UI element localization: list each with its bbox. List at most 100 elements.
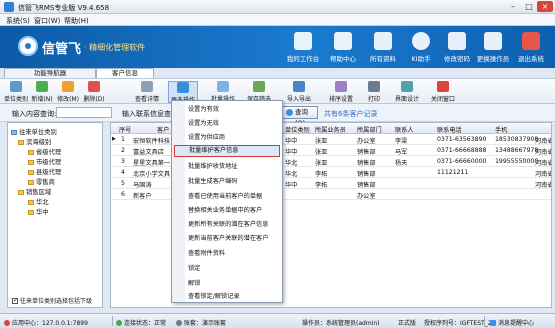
close-window-button[interactable]: × — [537, 1, 553, 12]
menu-item[interactable]: 解锁 — [188, 278, 200, 287]
table-cell-dept: 办公室 — [357, 193, 376, 200]
menu-item[interactable]: 设置为无效 — [188, 118, 219, 127]
table-cell-dept: 销售部 — [357, 182, 376, 189]
tree-node[interactable]: 华中 — [28, 207, 49, 216]
menu-item[interactable]: 更新所有关联的潜在客户信息 — [188, 219, 268, 228]
query-button[interactable]: 查询(Q) — [282, 106, 318, 127]
table-cell-area: 河南省 — [535, 138, 552, 145]
tab-strip: 功能导航器 客户信息 — [0, 68, 555, 78]
menu-item[interactable]: 查看附件资料 — [188, 248, 225, 257]
menu-window[interactable]: 窗口(W) — [34, 16, 60, 26]
tree-node[interactable]: 零售商 — [28, 177, 55, 186]
menu-item[interactable]: 查看锁定/解锁记录 — [188, 291, 240, 300]
table-cell-no: 5 — [121, 180, 125, 187]
menu-item[interactable]: 替换相关业务单据中的客户 — [188, 205, 262, 214]
menu-item[interactable]: 批量生成客户编码 — [188, 176, 238, 185]
tree-node[interactable]: 华北 — [28, 197, 49, 206]
column-header[interactable]: 联系人 — [395, 125, 414, 134]
delete-button[interactable]: 删除(D) — [82, 81, 106, 103]
tab-customer-info[interactable]: 客户信息 — [96, 68, 154, 78]
table-cell-area: 河南省 — [535, 171, 552, 178]
folder-icon — [18, 140, 24, 145]
minimize-button[interactable]: – — [505, 1, 521, 12]
row-pointer-icon: ▶ — [112, 136, 116, 142]
menu-item[interactable]: 设置为有效 — [188, 104, 219, 113]
search-input[interactable] — [56, 107, 112, 118]
column-header[interactable]: 客户 — [157, 125, 169, 134]
column-header[interactable]: 序号 — [119, 125, 131, 134]
include-subcategories-checkbox[interactable]: 往来单位类别选择包括下级 — [12, 296, 92, 305]
server-icon — [4, 320, 10, 326]
checkbox-icon — [12, 297, 18, 304]
import-export-button[interactable]: 导入导出 — [284, 81, 314, 103]
user-switch-icon — [484, 32, 502, 50]
tab-function-navigator[interactable]: 功能导航器 — [4, 68, 96, 78]
folder-icon — [28, 150, 34, 155]
tree-node[interactable]: 销售区域 — [18, 187, 51, 196]
menu-item[interactable]: 设置为供应商 — [188, 132, 225, 141]
assistant-icon — [412, 32, 430, 50]
folder-icon — [28, 180, 34, 185]
edit-button[interactable]: 修改(M) — [56, 81, 80, 103]
menu-bar: 系统(S) 窗口(W) 帮助(H) — [0, 14, 555, 26]
table-cell-no: 1 — [121, 136, 125, 143]
column-header[interactable]: 所属业务员 — [315, 125, 346, 134]
app-banner: 信管飞 · 精细化管理软件 我的工作台 帮助中心 所有资料 KI助手 修改密码 … — [0, 26, 555, 68]
menu-item[interactable]: 批量维护客户信息 — [174, 145, 280, 157]
table-cell-cat: 华北 — [285, 160, 298, 167]
folder-icon — [11, 130, 17, 135]
table-cell-contact: 马军 — [395, 149, 408, 156]
add-icon — [36, 81, 48, 92]
menu-help[interactable]: 帮助(H) — [64, 16, 89, 26]
exit-system-button[interactable]: 退出系统 — [510, 30, 552, 66]
tree-node[interactable]: 县级代理 — [28, 167, 61, 176]
table-cell-cat: 华北 — [285, 171, 298, 178]
unit-category-button[interactable]: 单位类别 — [4, 81, 28, 103]
column-header[interactable]: 联系电话 — [437, 125, 462, 134]
print-button[interactable]: 打印 — [362, 81, 386, 103]
table-cell-staff: 李柘 — [315, 182, 328, 189]
column-header[interactable]: 单位类别 — [285, 125, 310, 134]
record-count-hint: 共有6条客户记录 — [324, 110, 378, 118]
title-bar: 信管飞RMS专业版 V9.4.658 – □ × — [0, 0, 555, 14]
search-input-label: 输入内容查询: — [12, 110, 57, 118]
help-book-icon — [334, 32, 352, 50]
table-cell-staff: 张亚 — [315, 138, 328, 145]
column-header[interactable]: 所属部门 — [357, 125, 382, 134]
account-status: 账套：演示账套 — [176, 318, 226, 327]
column-header[interactable]: 手机 — [495, 125, 507, 134]
table-cell-cat: 华中 — [285, 149, 298, 156]
edition-status: 正式版 — [398, 320, 417, 327]
menu-item[interactable]: 查看已使用当前客户的单据 — [188, 191, 262, 200]
maximize-button[interactable]: □ — [521, 1, 537, 12]
tree-node[interactable]: 市级代理 — [28, 157, 61, 166]
close-tab-button[interactable]: 关闭窗口 — [428, 81, 458, 103]
table-cell-contact: 杨天 — [395, 160, 408, 167]
menu-item[interactable]: 批量维护收货地址 — [188, 161, 238, 170]
view-details-button[interactable]: 查看详情 — [132, 81, 162, 103]
tree-node[interactable]: 省级代理 — [28, 147, 61, 156]
message-center[interactable]: 消息提醒中心 — [490, 318, 534, 327]
switch-operator-button[interactable]: 更换操作员 — [472, 30, 514, 66]
table-cell-area: 河南省 — [535, 182, 552, 189]
edit-icon — [62, 81, 74, 92]
batch-icon — [217, 81, 229, 92]
folder-icon — [18, 190, 24, 195]
menu-system[interactable]: 系统(S) — [6, 16, 30, 26]
new-button[interactable]: 新增(N) — [30, 81, 54, 103]
menu-item[interactable]: 锁定 — [188, 263, 200, 272]
tree-node[interactable]: 滨海级别 — [18, 137, 51, 146]
table-cell-mobile: 19955550000 — [495, 158, 539, 165]
sort-settings-button[interactable]: 排序设置 — [326, 81, 356, 103]
menu-item[interactable]: 更新当前客户关联的潜在客户 — [188, 233, 268, 242]
help-center-button[interactable]: 帮助中心 — [322, 30, 364, 66]
table-cell-no: 3 — [121, 158, 125, 165]
layout-design-button[interactable]: 界面设计 — [392, 81, 422, 103]
import-export-icon — [293, 81, 305, 92]
tree-root[interactable]: 往来单位类别 — [11, 127, 57, 136]
all-records-button[interactable]: 所有资料 — [362, 30, 404, 66]
table-cell-name: 新客户 — [133, 193, 152, 200]
category-icon — [10, 81, 22, 92]
workbench-button[interactable]: 我的工作台 — [282, 30, 324, 66]
folder-icon — [374, 32, 392, 50]
